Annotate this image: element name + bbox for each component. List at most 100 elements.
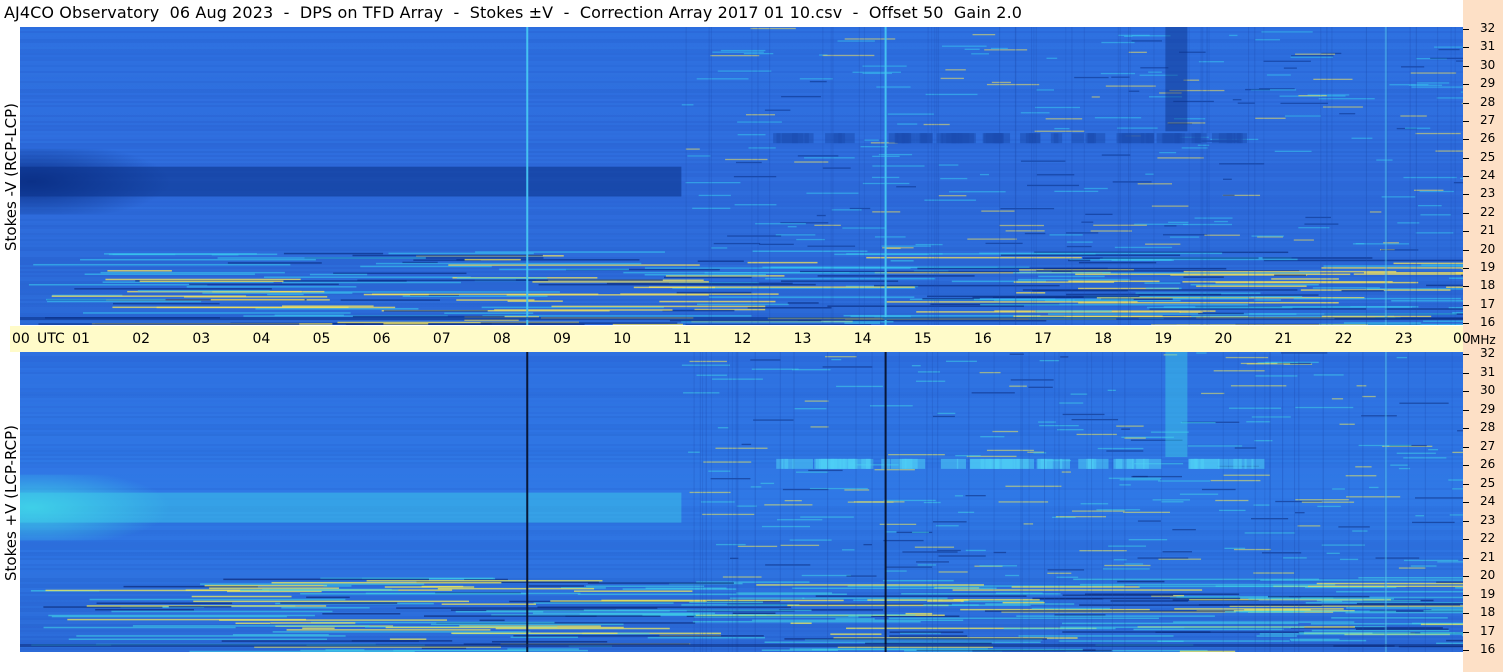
short-trace [1034, 130, 1085, 132]
hour-tick-label: 21 [1274, 331, 1293, 347]
short-trace [1152, 499, 1191, 501]
rfi-trace [681, 604, 800, 606]
short-trace [1124, 437, 1146, 439]
short-trace [941, 45, 987, 47]
frequency-tick-label: 20 [1480, 241, 1496, 256]
short-trace [1201, 488, 1236, 491]
short-trace [1066, 241, 1093, 243]
short-trace [1403, 559, 1459, 562]
short-trace [1159, 151, 1177, 154]
rfi-trace [1421, 264, 1463, 266]
rfi-trace [352, 254, 543, 257]
short-trace [1225, 356, 1269, 359]
rfi-trace [513, 635, 764, 637]
short-trace [804, 400, 829, 402]
short-trace [1255, 375, 1298, 377]
vertical-streak [1409, 27, 1411, 325]
short-trace [1338, 526, 1370, 528]
rfi-trace [475, 251, 665, 253]
rfi-trace [817, 275, 975, 277]
short-trace [862, 72, 893, 74]
short-trace [1061, 471, 1071, 473]
short-trace [712, 51, 764, 53]
rfi-trace [494, 309, 673, 311]
short-trace [886, 566, 933, 568]
short-trace [782, 488, 829, 491]
short-trace [717, 427, 729, 429]
frequency-band [20, 570, 1463, 572]
hour-tick-label: 10 [613, 331, 632, 347]
short-trace [1172, 528, 1196, 531]
short-trace [715, 447, 768, 449]
frequency-tick-mark [1463, 409, 1469, 411]
short-trace [804, 157, 855, 159]
vertical-streak [1451, 352, 1453, 652]
short-trace [1253, 572, 1295, 574]
frequency-band [20, 219, 1463, 221]
short-trace [1390, 464, 1408, 466]
rfi-trace [1271, 278, 1339, 280]
short-trace [1005, 485, 1062, 487]
rfi-trace [1341, 290, 1384, 292]
band-stripe [1113, 458, 1123, 469]
short-trace [1345, 475, 1377, 477]
short-trace [1396, 356, 1408, 359]
short-trace [822, 366, 873, 368]
rfi-trace [1145, 287, 1182, 290]
band-stripe [1087, 133, 1106, 144]
frequency-band [20, 360, 1463, 362]
vertical-streak [1320, 27, 1322, 325]
frequency-tick-mark [1463, 267, 1469, 269]
short-trace [1028, 386, 1053, 388]
short-trace [1081, 221, 1094, 223]
frequency-band [20, 444, 1463, 446]
vertical-streak [1117, 27, 1119, 325]
short-trace [748, 147, 776, 149]
frequency-band [20, 73, 1463, 75]
rfi-trace [132, 625, 370, 627]
vertical-streak [931, 352, 933, 652]
rfi-trace [844, 322, 881, 324]
rfi-trace [815, 595, 1027, 597]
short-trace [801, 574, 851, 577]
frequency-band [20, 550, 1463, 552]
frequency-tick-label: 16 [1480, 315, 1496, 329]
frequency-band [20, 249, 1463, 251]
rfi-trace [1117, 580, 1165, 583]
short-trace [1232, 99, 1242, 101]
short-trace [759, 243, 794, 246]
rfi-trace [980, 303, 1249, 306]
rfi-trace [917, 267, 1108, 270]
short-trace [1119, 479, 1161, 481]
short-trace [1131, 40, 1162, 42]
short-trace [1461, 448, 1463, 450]
short-trace [1322, 106, 1363, 108]
vertical-streak [1128, 27, 1130, 325]
rfi-trace [200, 583, 425, 585]
rfi-trace [366, 579, 603, 582]
vertical-streak [1102, 352, 1104, 652]
hour-tick-label: 23 [1394, 331, 1413, 347]
rfi-trace [89, 598, 346, 601]
frequency-tick-label: 20 [1480, 568, 1496, 582]
vertical-streak [1071, 27, 1073, 325]
bottom-band [20, 644, 1463, 647]
vertical-streak [927, 27, 929, 325]
frequency-band [20, 358, 1463, 360]
band-stripe [1244, 458, 1254, 469]
short-trace [1114, 246, 1173, 249]
band-stripe [773, 133, 781, 144]
vertical-streak [1124, 352, 1126, 652]
rfi-trace [223, 578, 429, 581]
short-trace [800, 516, 854, 518]
vertical-streak [1437, 27, 1439, 325]
rfi-trace [732, 612, 776, 615]
short-trace [1024, 232, 1046, 235]
vertical-streak [710, 27, 712, 325]
short-trace [940, 177, 968, 180]
rfi-trace [267, 293, 304, 296]
short-trace [971, 392, 1015, 394]
frequency-band [20, 231, 1463, 233]
short-trace [882, 247, 914, 249]
frequency-band [20, 352, 1463, 354]
